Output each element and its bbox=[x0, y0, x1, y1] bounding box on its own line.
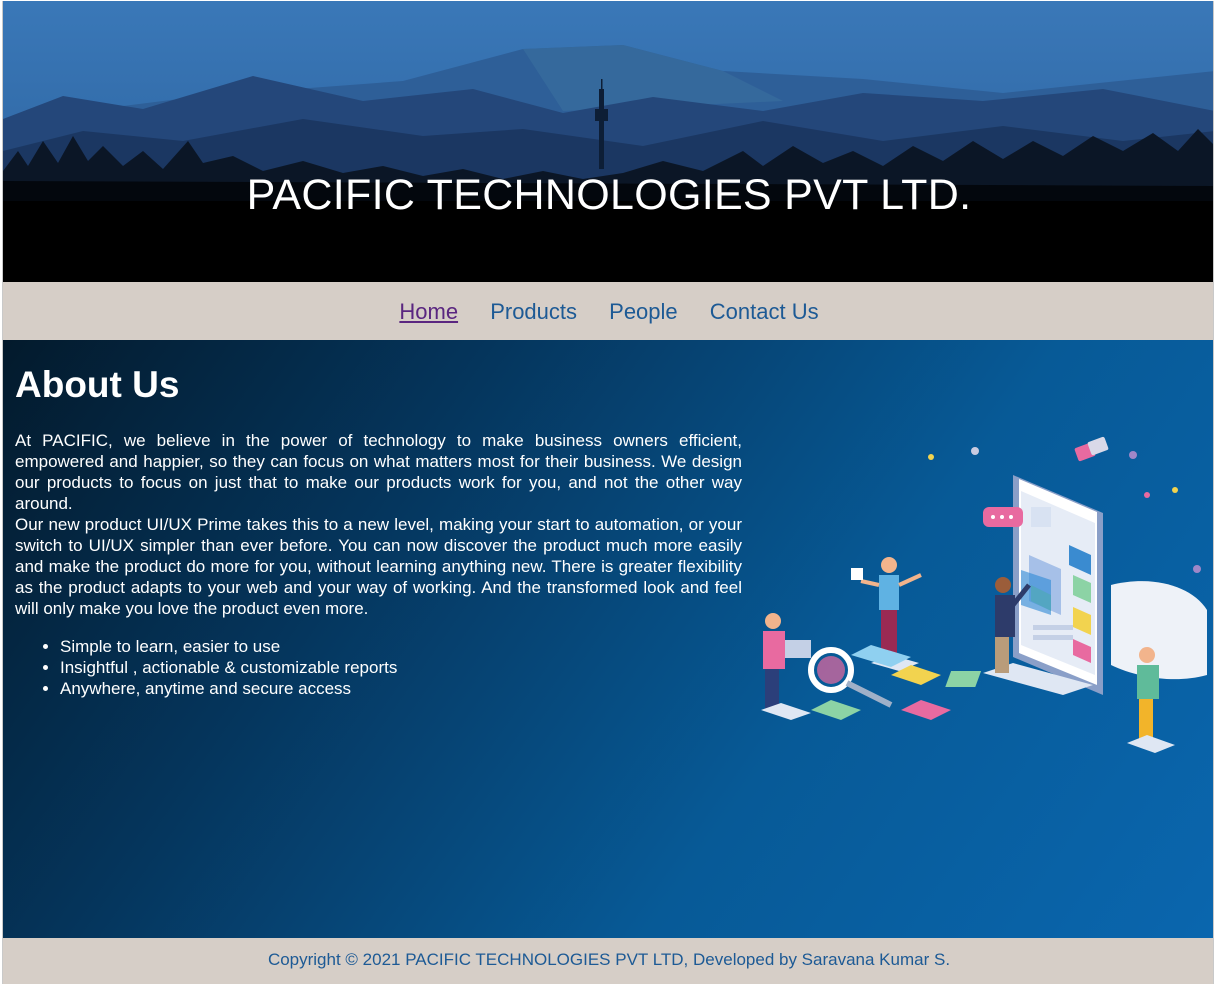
nav-link-people[interactable]: People bbox=[609, 299, 678, 324]
nav-link-home[interactable]: Home bbox=[399, 299, 458, 324]
feature-item: Insightful , actionable & customizable r… bbox=[60, 657, 397, 678]
nav-link-contact-us[interactable]: Contact Us bbox=[710, 299, 819, 324]
main-nav: Home Products People Contact Us bbox=[3, 282, 1213, 340]
feature-item: Simple to learn, easier to use bbox=[60, 636, 397, 657]
nav-link-products[interactable]: Products bbox=[490, 299, 577, 324]
feature-item: Anywhere, anytime and secure access bbox=[60, 678, 397, 699]
about-paragraph-2: Our new product UI/UX Prime takes this t… bbox=[15, 515, 742, 618]
footer: Copyright © 2021 PACIFIC TECHNOLOGIES PV… bbox=[3, 938, 1213, 984]
mountain-landscape-image bbox=[3, 1, 1213, 282]
about-section: About Us At PACIFIC, we believe in the p… bbox=[3, 340, 1213, 938]
about-heading: About Us bbox=[15, 364, 180, 405]
site-title: PACIFIC TECHNOLOGIES PVT LTD. bbox=[246, 171, 972, 219]
page-frame: PACIFIC TECHNOLOGIES PVT LTD. Home Produ… bbox=[2, 1, 1214, 984]
ui-ux-illustration bbox=[761, 436, 1207, 753]
about-paragraph-1: At PACIFIC, we believe in the power of t… bbox=[15, 431, 742, 513]
header-banner: PACIFIC TECHNOLOGIES PVT LTD. bbox=[3, 1, 1213, 282]
feature-list: Simple to learn, easier to use Insightfu… bbox=[15, 636, 397, 699]
about-text: At PACIFIC, we believe in the power of t… bbox=[15, 430, 742, 619]
